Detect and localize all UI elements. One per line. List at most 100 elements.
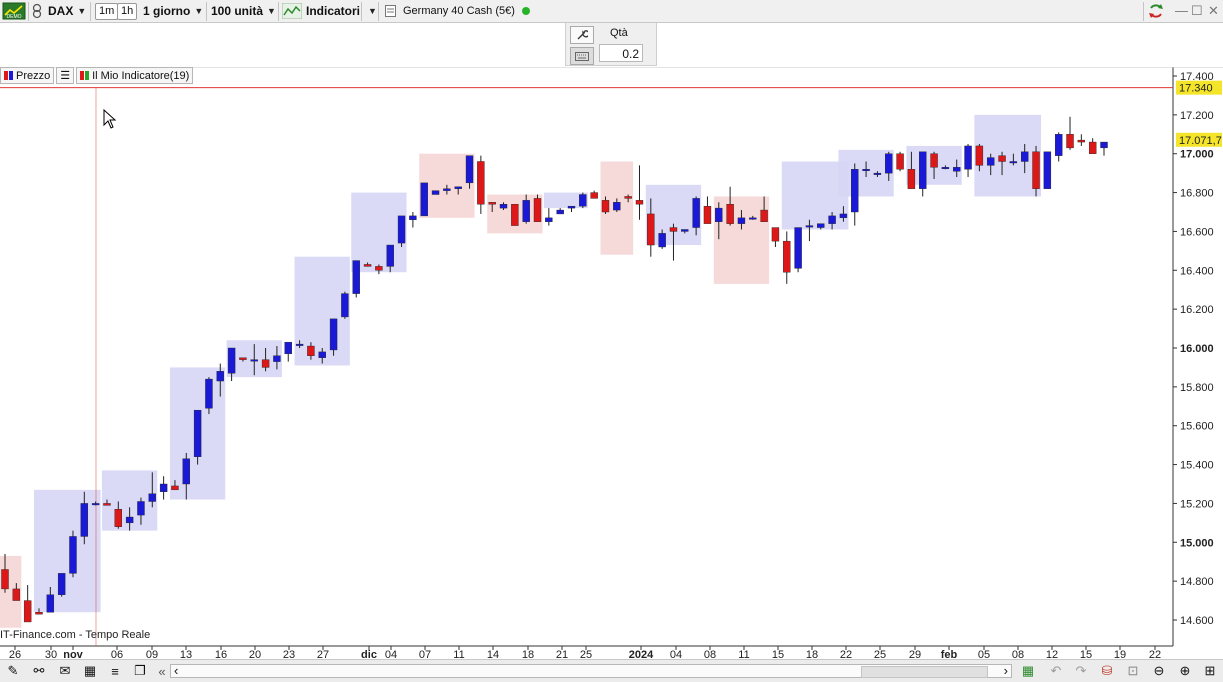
candle-down[interactable] [930, 153, 938, 168]
candle-up[interactable] [828, 215, 836, 224]
price-legend[interactable]: Prezzo [0, 67, 55, 84]
candle-up[interactable] [182, 458, 190, 485]
candle-down[interactable] [1, 569, 9, 590]
candle-up[interactable] [80, 503, 89, 537]
timeframe-1m-button[interactable]: 1m [95, 2, 119, 20]
indicators-button[interactable]: Indicatori [282, 2, 360, 20]
chat-icon[interactable]: ✉ [57, 663, 73, 679]
candle-up[interactable] [1054, 134, 1063, 156]
wrench-icon[interactable] [570, 26, 594, 44]
candle-up[interactable] [91, 503, 100, 506]
timeframe-1h-button[interactable]: 1h [117, 2, 138, 20]
list-icon[interactable]: ☰ [56, 67, 75, 84]
candle-up[interactable] [658, 233, 666, 248]
candle-up[interactable] [69, 536, 77, 574]
candle-up[interactable] [216, 371, 224, 382]
candle-up[interactable] [579, 194, 587, 207]
candle-down[interactable] [239, 357, 247, 360]
candle-up[interactable] [159, 483, 168, 492]
candle-up[interactable] [125, 516, 134, 524]
calendar-nav-icon[interactable]: ▦ [1020, 663, 1036, 679]
candle-up[interactable] [1043, 151, 1052, 189]
candle-up[interactable] [465, 155, 474, 184]
candle-up[interactable] [341, 293, 349, 318]
refresh-button[interactable] [1147, 2, 1165, 20]
price-chart[interactable]: 17.40017.20017.00016.80016.60016.40016.2… [0, 67, 1223, 659]
candle-down[interactable] [669, 227, 678, 232]
candle-down[interactable] [1077, 139, 1086, 143]
candle-up[interactable] [1009, 161, 1018, 164]
candle-up[interactable] [681, 229, 689, 232]
candle-up[interactable] [397, 215, 406, 244]
candle-up[interactable] [46, 594, 55, 613]
candle-up[interactable] [454, 186, 462, 189]
candle-up[interactable] [794, 227, 802, 269]
quantity-input[interactable]: 0.2 [599, 44, 643, 62]
candle-up[interactable] [987, 157, 995, 166]
candle-up[interactable] [919, 151, 927, 189]
candle-down[interactable] [375, 266, 383, 271]
candle-up[interactable] [420, 182, 428, 217]
period-dropdown[interactable]: 1 giorno ▼ [143, 2, 203, 20]
candle-down[interactable] [703, 205, 712, 224]
candle-up[interactable] [431, 190, 440, 195]
candle-down[interactable] [1066, 134, 1074, 149]
candle-up[interactable] [862, 169, 870, 171]
candle-up[interactable] [318, 351, 326, 358]
candle-up[interactable] [148, 493, 156, 502]
candle-down[interactable] [783, 240, 791, 273]
candle-down[interactable] [171, 485, 179, 491]
candle-down[interactable] [1032, 151, 1040, 189]
quantity-dropdown[interactable]: 100 unità ▼ [211, 2, 276, 20]
candle-down[interactable] [307, 345, 315, 356]
close-icon[interactable]: ✕ [1208, 3, 1219, 19]
candle-down[interactable] [363, 264, 372, 267]
candle-up[interactable] [205, 378, 213, 409]
candle-up[interactable] [851, 169, 859, 213]
candle-down[interactable] [601, 200, 610, 213]
candle-down[interactable] [488, 202, 496, 205]
maximize-icon[interactable]: ☐ [1191, 3, 1203, 19]
chart-tools-icon[interactable]: ⛁ [1099, 663, 1115, 679]
candle-down[interactable] [12, 588, 21, 601]
candle-up[interactable] [556, 209, 564, 215]
candle-down[interactable] [635, 200, 644, 205]
candle-up[interactable] [284, 341, 292, 355]
candle-up[interactable] [749, 217, 757, 220]
candle-up[interactable] [57, 573, 66, 595]
collapse-icon[interactable]: « [154, 663, 170, 679]
candle-down[interactable] [624, 196, 632, 199]
candle-down[interactable] [511, 204, 519, 226]
candle-down[interactable] [477, 161, 485, 205]
candle-up[interactable] [953, 167, 961, 172]
candle-down[interactable] [760, 209, 768, 222]
zoom-in-icon[interactable]: ⊕ [1177, 663, 1193, 679]
candle-down[interactable] [975, 145, 984, 166]
zoom-box-icon[interactable]: ⊡ [1125, 663, 1141, 679]
candle-down[interactable] [647, 213, 655, 246]
candle-up[interactable] [329, 318, 338, 351]
candle-up[interactable] [715, 207, 723, 222]
candle-up[interactable] [443, 188, 451, 191]
candle-down[interactable] [103, 503, 111, 506]
keyboard-icon[interactable] [570, 47, 594, 65]
candle-down[interactable] [998, 155, 1006, 162]
candle-up[interactable] [964, 145, 972, 170]
redo-icon[interactable]: ↷ [1073, 663, 1089, 679]
candle-up[interactable] [409, 215, 417, 220]
candle-up[interactable] [1021, 151, 1029, 162]
candle-down[interactable] [896, 153, 904, 170]
minimize-icon[interactable]: — [1175, 3, 1188, 18]
undo-icon[interactable]: ↶ [1048, 663, 1064, 679]
pencil-icon[interactable]: ✎ [5, 663, 21, 679]
candle-down[interactable] [533, 198, 542, 222]
scroll-left-arrow[interactable]: ‹ [174, 663, 178, 678]
candle-down[interactable] [23, 600, 32, 623]
time-scrollbar[interactable]: ‹ › [170, 663, 1012, 678]
candle-up[interactable] [386, 244, 394, 267]
indicators-dropdown[interactable]: ▼ [364, 2, 377, 20]
link-icon[interactable] [31, 2, 43, 20]
candle-up[interactable] [250, 359, 258, 362]
zoom-out-icon[interactable]: ⊖ [1151, 663, 1167, 679]
candle-up[interactable] [885, 153, 893, 174]
